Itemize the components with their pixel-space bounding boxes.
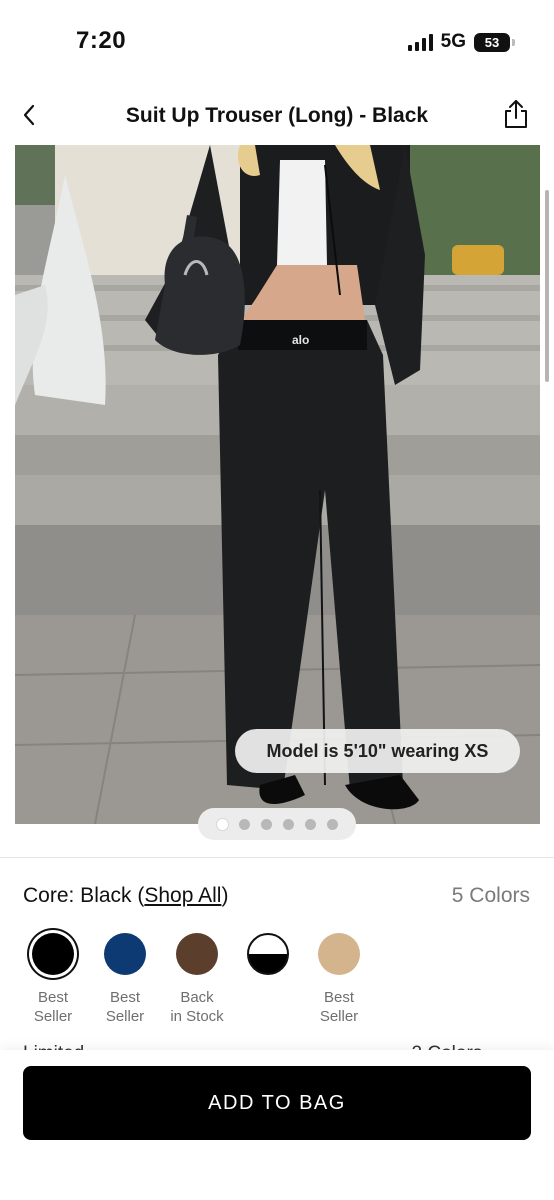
battery-level: 53 [484, 34, 500, 50]
color-suffix: ) [221, 884, 229, 907]
swatch-label: Best Seller [13, 988, 93, 1026]
swatch-label-line: Seller [105, 1008, 145, 1025]
swatch-white-black[interactable] [247, 933, 289, 975]
section-divider [0, 857, 554, 858]
swatch-label-line: Best [109, 989, 140, 1006]
signal-icon [407, 33, 433, 51]
swatch-label: Back in Stock [157, 988, 237, 1026]
product-header: Suit Up Trouser (Long) - Black [0, 92, 554, 140]
product-image-gallery[interactable]: alo Model is 5'10" wearing XS [15, 145, 540, 824]
pagination-dot[interactable] [260, 818, 272, 830]
back-button[interactable] [14, 100, 44, 130]
selected-color-label: Core: Black (Shop All) [23, 884, 228, 908]
swatch-label-line: in Stock [170, 1008, 224, 1025]
color-selector-header: Core: Black (Shop All) 5 Colors [23, 884, 530, 910]
status-time: 7:20 [76, 27, 127, 54]
pagination-dot[interactable] [216, 818, 228, 830]
shop-all-link[interactable]: Shop All [144, 884, 221, 907]
scrollbar[interactable] [545, 190, 549, 382]
swatch-label-line: Best [37, 989, 68, 1006]
network-type: 5G [440, 31, 466, 52]
swatch-label-line: Seller [33, 1008, 73, 1025]
swatch-label: Best Seller [85, 988, 165, 1026]
share-button[interactable] [500, 98, 532, 130]
swatch-label-line: Seller [319, 1008, 359, 1025]
pagination-dot[interactable] [238, 818, 250, 830]
swatch-label: Best Seller [299, 988, 379, 1026]
page-title: Suit Up Trouser (Long) - Black [125, 104, 429, 127]
swatch-black[interactable] [32, 933, 74, 975]
swatch-label-line: Back [180, 989, 214, 1006]
gallery-pagination[interactable] [198, 808, 356, 840]
swatch-tan[interactable] [318, 933, 360, 975]
swatch-navy[interactable] [104, 933, 146, 975]
add-to-bag-button[interactable]: ADD TO BAG [23, 1066, 531, 1140]
battery-icon: 53 [474, 32, 515, 52]
color-prefix: Core: Black ( [23, 884, 145, 907]
swatch-brown[interactable] [176, 933, 218, 975]
chevron-left-icon [23, 104, 35, 126]
model-info-pill: Model is 5'10" wearing XS [235, 729, 520, 773]
swatch-label-line: Best [323, 989, 354, 1006]
bottom-action-bar: ADD TO BAG [0, 1050, 554, 1200]
pagination-dot[interactable] [282, 818, 294, 830]
pagination-dot[interactable] [304, 818, 316, 830]
pagination-dot[interactable] [326, 818, 338, 830]
waistband-logo: alo [292, 333, 309, 347]
status-bar: 7:20 5G 53 [0, 0, 554, 80]
share-icon [505, 100, 527, 128]
status-indicators: 5G 53 [407, 31, 515, 53]
product-photo: alo [15, 145, 540, 824]
color-count: 5 Colors [451, 884, 530, 907]
